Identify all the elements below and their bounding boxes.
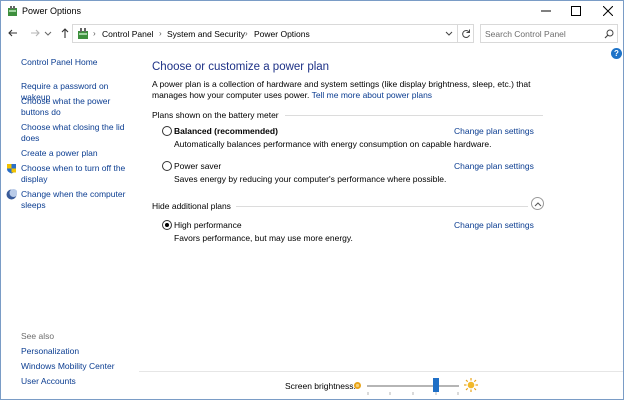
search-input[interactable] [485,27,597,40]
power-options-icon [8,6,17,16]
additional-plans-group-label[interactable]: Hide additional plans [152,201,231,211]
change-plan-settings-power-saver[interactable]: Change plan settings [454,161,534,171]
close-button[interactable] [593,1,623,22]
arrow-left-icon [8,29,17,37]
sidebar: Control Panel Home Require a password on… [1,46,139,399]
plan-name-balanced[interactable]: Balanced (recommended) [174,126,278,136]
moon-icon [6,189,17,200]
chevron-down-icon[interactable] [445,30,453,38]
page-title: Choose or customize a power plan [152,61,330,73]
navigation-bar: › Control Panel › System and Security › … [1,22,623,46]
chevron-down-icon [44,31,52,36]
group-divider [285,115,543,116]
close-icon [603,6,613,16]
minimize-icon [541,10,551,12]
plan-description-high-performance: Favors performance, but may use more ene… [174,233,353,243]
change-plan-settings-balanced[interactable]: Change plan settings [454,126,534,136]
breadcrumb-separator: › [159,29,162,38]
brightness-bar: Screen brightness: [139,371,623,399]
sidebar-item-computer-sleeps[interactable]: Change when the computer sleeps [21,189,136,211]
chevron-up-icon [534,202,542,207]
collapse-additional-plans-button[interactable] [531,197,544,210]
plan-description-balanced: Automatically balances performance with … [174,139,492,149]
shield-icon [7,164,16,174]
address-bar[interactable]: › Control Panel › System and Security › … [72,24,458,43]
sidebar-item-control-panel-home[interactable]: Control Panel Home [21,57,136,68]
breadcrumb-power-options[interactable]: Power Options [254,29,310,39]
maximize-button[interactable] [561,1,591,22]
plan-description-power-saver: Saves energy by reducing your computer's… [174,174,447,184]
power-options-window: Power Options › Control Panel › System a… [0,0,624,400]
breadcrumb-system-security[interactable]: System and Security [167,29,245,39]
sidebar-item-turn-off-display[interactable]: Choose when to turn off the display [21,163,136,185]
minimize-button[interactable] [531,1,561,22]
recent-locations-button[interactable] [44,26,52,40]
balanced-radio[interactable] [162,126,172,136]
sidebar-item-create-plan[interactable]: Create a power plan [21,148,136,159]
learn-more-link[interactable]: Tell me more about power plans [312,90,432,100]
breadcrumb-separator: › [245,29,248,38]
screen-brightness-label: Screen brightness: [285,381,356,391]
sun-big-icon [464,378,478,392]
see-also-personalization[interactable]: Personalization [21,346,136,357]
arrow-right-icon [31,29,40,37]
see-also-user-accounts[interactable]: User Accounts [21,376,136,387]
sidebar-item-power-buttons[interactable]: Choose what the power buttons do [21,96,136,118]
plan-name-high-performance[interactable]: High performance [174,220,242,230]
high-performance-radio[interactable] [162,220,172,230]
brightness-slider-ticks [367,392,459,395]
battery-meter-group-label: Plans shown on the battery meter [152,110,279,120]
up-button[interactable] [58,26,72,40]
sun-small-icon [354,382,361,389]
see-also-mobility-center[interactable]: Windows Mobility Center [21,361,136,372]
arrow-up-icon [61,28,69,38]
group-divider [236,206,528,207]
power-options-icon [78,28,88,39]
see-also-label: See also [21,331,55,341]
search-box[interactable] [480,24,618,43]
sidebar-item-closing-lid[interactable]: Choose what closing the lid does [21,122,136,144]
main-content: Choose or customize a power plan A power… [139,46,623,371]
back-button[interactable] [6,26,20,40]
forward-button[interactable] [28,26,42,40]
brightness-slider-track[interactable] [367,385,459,387]
breadcrumb-separator: › [93,29,96,38]
intro-text: A power plan is a collection of hardware… [152,79,552,101]
change-plan-settings-high-performance[interactable]: Change plan settings [454,220,534,230]
window-title: Power Options [22,6,82,16]
maximize-icon [571,6,581,16]
refresh-icon [462,29,470,39]
power-saver-radio[interactable] [162,161,172,171]
title-bar: Power Options [1,1,623,22]
breadcrumb-control-panel[interactable]: Control Panel [102,29,154,39]
plan-name-power-saver[interactable]: Power saver [174,161,221,171]
refresh-button[interactable] [458,24,474,43]
search-icon[interactable] [604,29,614,39]
brightness-slider-thumb[interactable] [433,378,439,392]
